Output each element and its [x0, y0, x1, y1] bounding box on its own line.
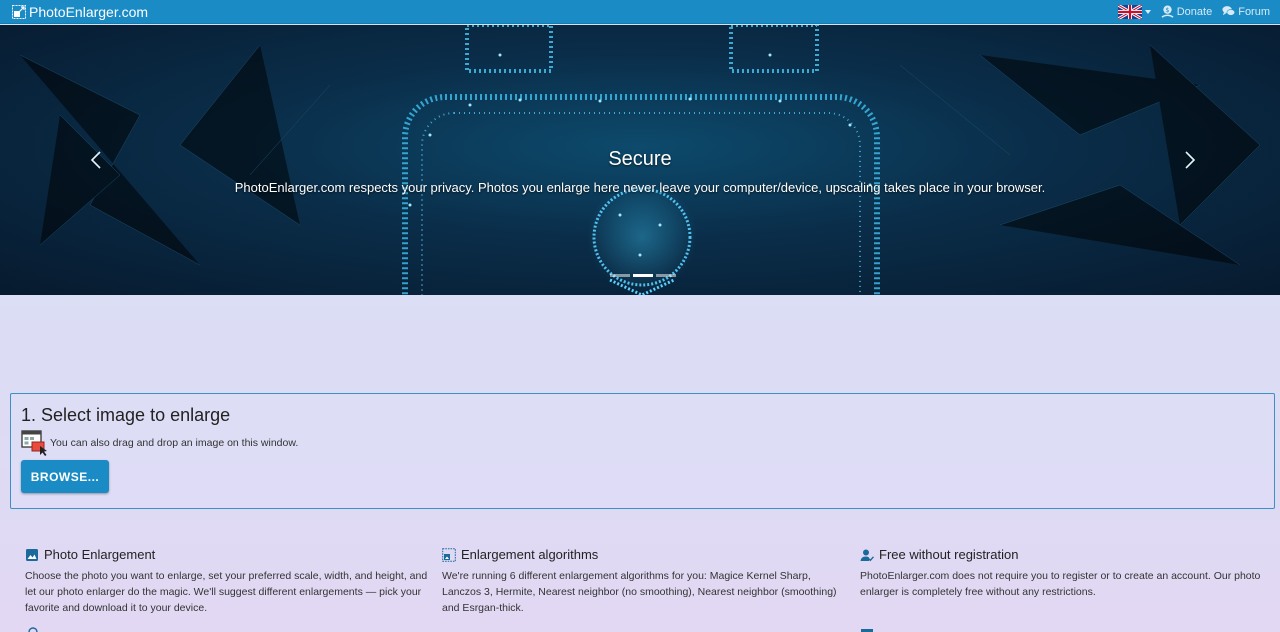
next-feature-icon — [28, 627, 38, 632]
enlarge-logo-icon — [12, 4, 26, 19]
enlarge-icon — [442, 547, 456, 562]
feature-heading: Free without registration — [860, 547, 1265, 562]
svg-text:$: $ — [1165, 6, 1169, 14]
comments-icon — [1222, 6, 1236, 16]
next-feature-icon — [861, 629, 873, 632]
drag-drop-icon — [21, 430, 47, 456]
feature-text: PhotoEnlarger.com does not require you t… — [860, 570, 1261, 598]
slide-title: Secure — [608, 148, 672, 170]
image-icon — [26, 548, 38, 561]
brand-name: PhotoEnlarger.com — [29, 3, 149, 20]
drag-drop-hint: You can also drag and drop an image on t… — [21, 430, 1264, 456]
feature-heading: Photo Enlargement — [25, 547, 430, 562]
hero-carousel: Secure PhotoEnlarger.com respects your p… — [0, 25, 1280, 295]
language-dropdown[interactable] — [1117, 4, 1151, 19]
carousel-indicator-3[interactable] — [656, 274, 676, 277]
nav-right: $ Donate Forum — [1117, 4, 1270, 19]
donate-icon: $ — [1161, 5, 1174, 18]
carousel-indicators — [610, 274, 676, 277]
feature-enlargement-algorithms: Enlargement algorithms We're running 6 d… — [442, 547, 847, 616]
chevron-down-icon — [1144, 9, 1151, 14]
feature-photo-enlargement: Photo Enlargement Choose the photo you w… — [25, 547, 430, 616]
browse-button[interactable]: BROWSE... — [21, 460, 109, 493]
brand-link[interactable]: PhotoEnlarger.com — [12, 4, 148, 20]
forum-link[interactable]: Forum — [1222, 5, 1270, 18]
feature-heading: Enlargement algorithms — [442, 547, 847, 562]
forum-label: Forum — [1238, 5, 1270, 18]
select-image-panel[interactable]: 1. Select image to enlarge You can also … — [10, 393, 1275, 509]
slide-text: PhotoEnlarger.com respects your privacy.… — [234, 180, 1046, 195]
feature-text: We're running 6 different enlargement al… — [442, 570, 837, 614]
carousel-indicator-1[interactable] — [610, 274, 630, 277]
select-title: 1. Select image to enlarge — [21, 405, 231, 425]
carousel-indicator-2[interactable] — [633, 274, 653, 277]
feature-title: Photo Enlargement — [44, 547, 156, 562]
donate-label: Donate — [1176, 5, 1213, 18]
feature-free-without-registration: Free without registration PhotoEnlarger.… — [860, 547, 1265, 600]
feature-title: Enlargement algorithms — [461, 547, 599, 562]
uk-flag-icon — [1117, 4, 1142, 19]
feature-title: Free without registration — [879, 547, 1019, 562]
donate-link[interactable]: $ Donate — [1161, 5, 1212, 18]
user-check-icon — [860, 549, 874, 561]
drag-drop-text: You can also drag and drop an image on t… — [50, 437, 299, 449]
feature-text: Choose the photo you want to enlarge, se… — [25, 570, 428, 614]
top-navbar: PhotoEnlarger.com $ Donate Forum — [0, 0, 1280, 24]
